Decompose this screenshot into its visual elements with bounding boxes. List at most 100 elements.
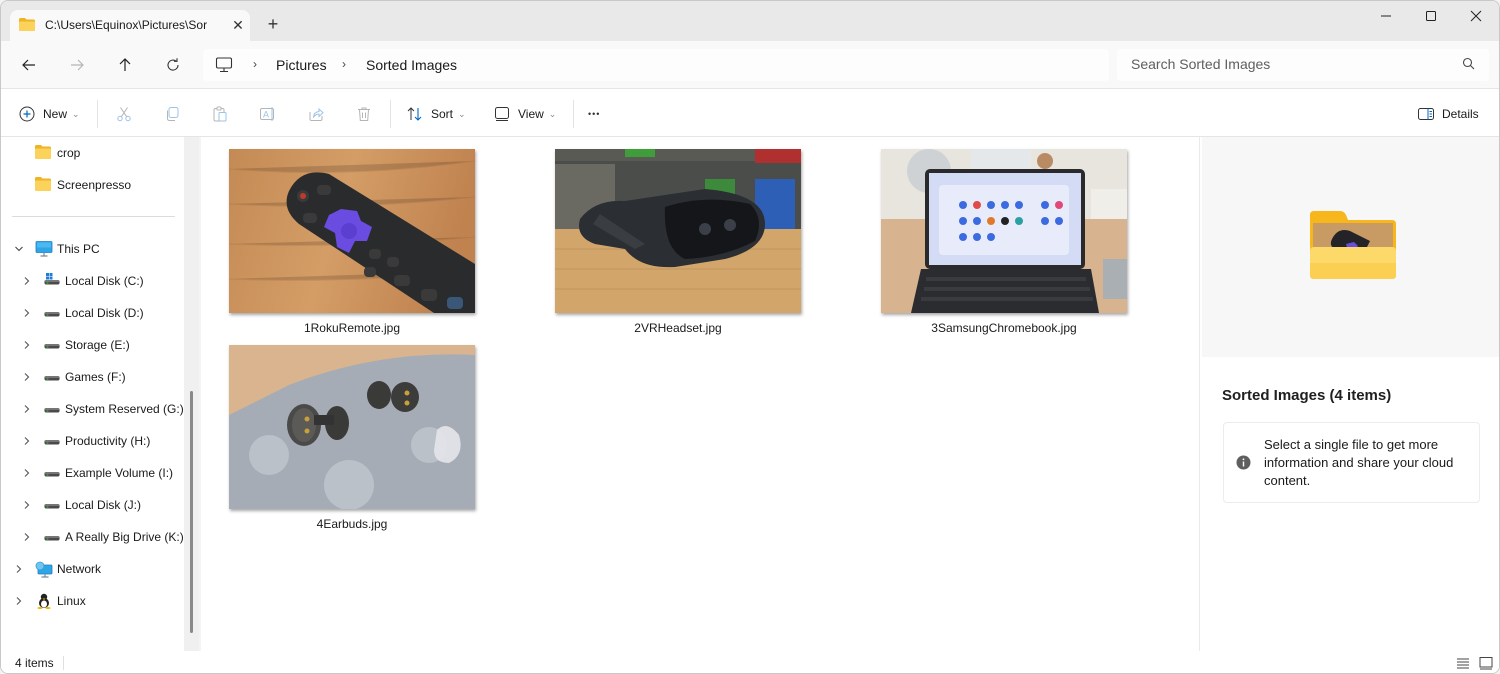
close-tab-button[interactable]: ✕ <box>228 15 248 35</box>
arrow-right-icon <box>71 59 84 71</box>
sidebar-item-label: Games (F:) <box>65 370 126 384</box>
chevron-right-icon[interactable] <box>22 372 32 382</box>
file-item[interactable]: 1RokuRemote.jpg <box>229 149 475 335</box>
sidebar-item-drive[interactable]: Local Disk (J:) <box>1 492 184 518</box>
navigation-pane: crop Screenpresso This PC Local Disk (C:… <box>1 137 184 651</box>
new-tab-button[interactable]: + <box>263 14 283 34</box>
file-item[interactable]: 3SamsungChromebook.jpg <box>881 149 1127 335</box>
copy-button[interactable] <box>160 102 184 126</box>
breadcrumb-separator[interactable]: › <box>253 57 257 71</box>
minimize-button[interactable] <box>1363 5 1409 27</box>
view-button[interactable]: View ⌄ <box>494 102 556 126</box>
sidebar-item-label: Screenpresso <box>57 178 132 192</box>
file-item[interactable]: 4Earbuds.jpg <box>229 345 475 531</box>
paste-button[interactable] <box>208 102 232 126</box>
chevron-right-icon[interactable] <box>22 340 32 350</box>
sidebar-item-label: Example Volume (I:) <box>65 466 174 480</box>
sidebar-item-label: Local Disk (C:) <box>65 274 144 288</box>
sidebar-item-drive[interactable]: Games (F:) <box>1 364 184 390</box>
drive-icon <box>44 536 60 541</box>
chevron-right-icon[interactable] <box>22 308 32 318</box>
details-pane-icon <box>1418 108 1434 120</box>
sidebar-item-network[interactable]: Network <box>1 556 184 582</box>
breadcrumb-pictures[interactable]: Pictures <box>276 57 327 73</box>
sidebar-item-screenpresso[interactable]: Screenpresso <box>1 172 184 198</box>
chevron-down-icon: ⌄ <box>72 108 80 119</box>
chevron-right-icon[interactable] <box>22 500 32 510</box>
chevron-down-icon: ⌄ <box>458 108 466 119</box>
windows-drive-icon <box>44 273 60 285</box>
folder-icon <box>19 18 35 31</box>
sort-button[interactable]: Sort ⌄ <box>406 102 466 126</box>
linux-penguin-icon <box>37 593 51 609</box>
share-icon <box>309 107 324 121</box>
divider <box>390 100 391 128</box>
sidebar-item-drive[interactable]: System Reserved (G:) <box>1 396 184 422</box>
chevron-right-icon[interactable] <box>22 276 32 286</box>
drive-icon <box>44 376 60 381</box>
chevron-right-icon[interactable] <box>14 564 24 574</box>
search-box[interactable] <box>1117 49 1489 81</box>
chevron-right-icon[interactable] <box>22 468 32 478</box>
sidebar-item-drive[interactable]: Storage (E:) <box>1 332 184 358</box>
address-bar[interactable]: › Pictures › Sorted Images <box>203 49 1109 81</box>
divider <box>97 100 98 128</box>
up-button[interactable] <box>111 53 139 77</box>
divider <box>573 100 574 128</box>
close-window-button[interactable] <box>1453 5 1499 27</box>
chevron-right-icon[interactable] <box>22 404 32 414</box>
sidebar-item-drive[interactable]: A Really Big Drive (K:) <box>1 524 184 550</box>
breadcrumb-separator[interactable]: › <box>342 57 346 71</box>
drive-icon <box>44 344 60 349</box>
details-view-icon[interactable] <box>1455 655 1471 671</box>
search-input[interactable] <box>1131 56 1451 72</box>
details-label: Details <box>1442 107 1479 121</box>
sidebar-scrollbar-thumb[interactable] <box>190 391 193 633</box>
view-icon <box>495 107 509 121</box>
rename-icon: A <box>260 107 274 121</box>
new-button[interactable]: New ⌄ <box>19 102 80 126</box>
tab-sorted-images[interactable]: C:\Users\Equinox\Pictures\Sor ✕ <box>10 10 250 41</box>
plus-circle-icon <box>19 106 35 122</box>
rename-button[interactable]: A <box>256 102 280 126</box>
sidebar-item-drive[interactable]: Productivity (H:) <box>1 428 184 454</box>
sidebar-item-label: Linux <box>57 594 86 608</box>
breadcrumb-sorted-images[interactable]: Sorted Images <box>366 57 457 73</box>
more-options-button[interactable]: ••• <box>588 102 600 126</box>
sidebar-item-linux[interactable]: Linux <box>1 588 184 614</box>
details-pane-button[interactable]: Details <box>1418 102 1479 126</box>
sidebar-item-crop[interactable]: crop <box>1 140 184 166</box>
new-label: New <box>43 107 68 121</box>
maximize-button[interactable] <box>1408 5 1454 27</box>
delete-button[interactable] <box>352 102 376 126</box>
file-name: 2VRHeadset.jpg <box>634 321 722 335</box>
drive-icon <box>44 504 60 509</box>
drive-icon <box>44 440 60 445</box>
chevron-right-icon[interactable] <box>14 596 24 606</box>
item-count: 4 items <box>15 656 54 670</box>
status-bar: 4 items <box>1 651 1499 673</box>
search-icon[interactable] <box>1462 57 1476 71</box>
info-icon <box>1236 455 1251 470</box>
sidebar-item-drive[interactable]: Example Volume (I:) <box>1 460 184 486</box>
file-item[interactable]: 2VRHeadset.jpg <box>555 149 801 335</box>
info-message: Select a single file to get more informa… <box>1264 437 1454 488</box>
title-bar: C:\Users\Equinox\Pictures\Sor ✕ + <box>1 1 1499 41</box>
sidebar-item-this-pc[interactable]: This PC <box>1 236 184 262</box>
sidebar-item-drive[interactable]: Local Disk (D:) <box>1 300 184 326</box>
minimize-icon <box>1381 15 1391 17</box>
chevron-right-icon[interactable] <box>22 436 32 446</box>
scissors-icon <box>117 107 131 122</box>
chevron-right-icon[interactable] <box>22 532 32 542</box>
forward-button[interactable] <box>63 53 91 77</box>
cut-button[interactable] <box>112 102 136 126</box>
maximize-icon <box>1426 11 1436 21</box>
share-button[interactable] <box>304 102 328 126</box>
large-icons-view-icon[interactable] <box>1478 655 1494 671</box>
chevron-down-icon[interactable] <box>14 244 24 254</box>
back-button[interactable] <box>15 53 43 77</box>
sidebar-item-drive[interactable]: Local Disk (C:) <box>1 268 184 294</box>
arrow-up-icon <box>119 58 131 71</box>
paste-icon <box>213 106 227 122</box>
refresh-button[interactable] <box>159 53 187 77</box>
